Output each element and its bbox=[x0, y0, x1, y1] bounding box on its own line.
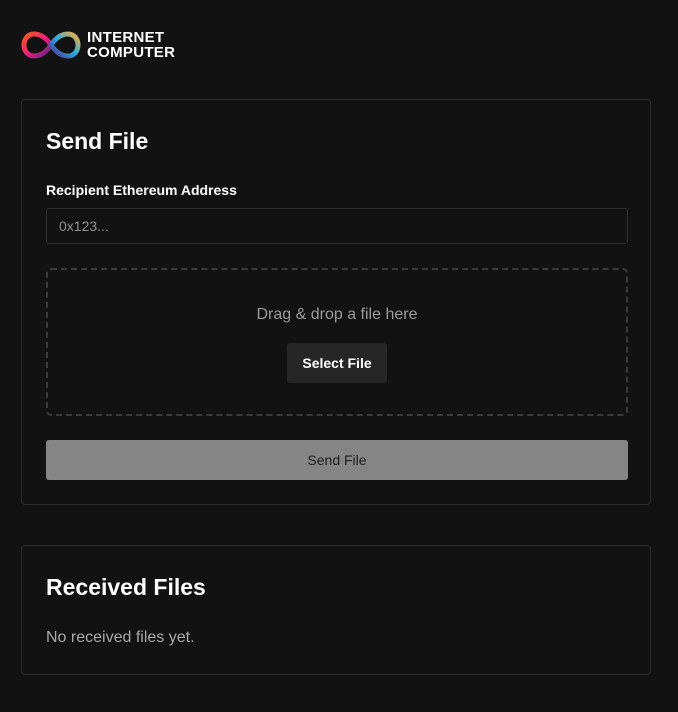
send-file-button[interactable]: Send File bbox=[46, 440, 628, 480]
logo-line-2: COMPUTER bbox=[87, 44, 176, 61]
logo-wordmark: INTERNET COMPUTER bbox=[87, 30, 175, 60]
send-file-card: Send File Recipient Ethereum Address Dra… bbox=[21, 99, 651, 505]
recipient-address-label: Recipient Ethereum Address bbox=[46, 182, 237, 198]
recipient-address-input[interactable] bbox=[46, 208, 628, 244]
received-files-card: Received Files No received files yet. bbox=[21, 545, 651, 675]
internet-computer-logo[interactable]: INTERNET COMPUTER bbox=[21, 29, 175, 61]
dropzone-text: Drag & drop a file here bbox=[256, 306, 418, 323]
infinity-logo-icon bbox=[21, 31, 81, 59]
file-dropzone[interactable]: Drag & drop a file here Select File bbox=[46, 268, 628, 416]
logo-line-1: INTERNET bbox=[87, 29, 165, 46]
received-files-title: Received Files bbox=[46, 574, 206, 600]
send-file-title: Send File bbox=[46, 128, 149, 154]
no-received-files-message: No received files yet. bbox=[46, 629, 195, 646]
select-file-button[interactable]: Select File bbox=[287, 343, 387, 383]
page: INTERNET COMPUTER Send File Recipient Et… bbox=[0, 0, 678, 712]
